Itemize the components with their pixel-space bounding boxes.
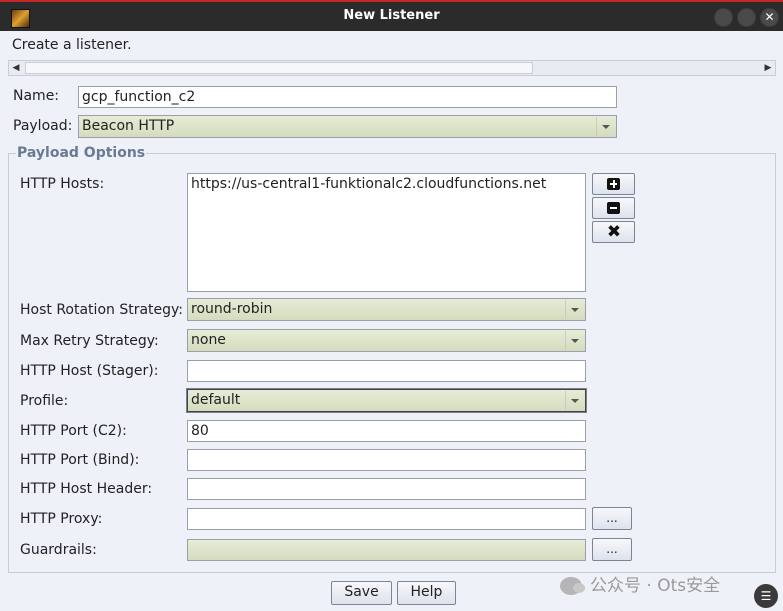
profile-label: Profile: [20,393,69,409]
watermark: 公众号 · Ots安全 [560,571,720,596]
name-input[interactable]: gcp_function_c2 [78,86,617,108]
dialog-content: Create a listener. ◀ ▶ Name: gcp_functio… [0,31,783,611]
guardrails-config-button[interactable]: ... [592,538,632,561]
help-button[interactable]: Help [397,581,456,605]
host-rotation-label: Host Rotation Strategy: [20,302,184,318]
save-button[interactable]: Save [331,581,392,605]
scroll-left-icon[interactable]: ◀ [9,61,23,75]
port-bind-input[interactable] [187,449,586,471]
close-icon: ✕ [764,10,775,24]
max-retry-value: none [191,332,226,348]
scroll-right-icon[interactable]: ▶ [761,61,775,75]
port-c2-label: HTTP Port (C2): [20,423,127,439]
remove-icon: ✖ [606,222,622,242]
window-title: New Listener [343,8,440,23]
watermark-text: 公众号 · Ots安全 [590,576,721,596]
chevron-down-icon[interactable] [565,300,584,319]
max-retry-select[interactable]: none [187,329,586,352]
horizontal-scrollbar[interactable]: ◀ ▶ [8,60,776,76]
host-stager-label: HTTP Host (Stager): [20,363,159,379]
host-header-input[interactable] [187,478,586,500]
profile-value: default [191,392,241,408]
max-retry-label: Max Retry Strategy: [20,333,159,349]
host-header-label: HTTP Host Header: [20,481,153,497]
http-host-entry[interactable]: https://us-central1-funktionalc2.cloudfu… [191,176,582,192]
host-stager-input[interactable] [187,360,586,382]
chevron-down-icon[interactable] [596,117,615,136]
name-label: Name: [13,88,60,104]
profile-select[interactable]: default [187,389,586,412]
maximize-button[interactable] [737,8,756,27]
http-hosts-list[interactable]: https://us-central1-funktionalc2.cloudfu… [187,173,586,292]
chevron-down-icon[interactable] [565,331,584,350]
proxy-label: HTTP Proxy: [20,511,103,527]
guardrails-input[interactable] [187,539,586,561]
remove-host-button[interactable] [592,197,635,219]
host-rotation-select[interactable]: round-robin [187,298,586,321]
title-bar: New Listener ✕ [0,0,783,31]
payload-options-legend: Payload Options [16,145,147,161]
proxy-input[interactable] [187,508,586,530]
close-button[interactable]: ✕ [760,8,779,27]
http-hosts-label: HTTP Hosts: [20,176,105,192]
payload-select[interactable]: Beacon HTTP [78,115,617,138]
payload-value: Beacon HTTP [82,118,175,134]
minimize-button[interactable] [714,8,733,27]
port-bind-label: HTTP Port (Bind): [20,452,140,468]
guardrails-label: Guardrails: [20,542,97,558]
port-c2-input[interactable]: 80 [187,420,586,442]
minus-icon [607,202,620,214]
chat-icon[interactable]: ☰ [754,584,778,608]
proxy-config-button[interactable]: ... [592,507,632,530]
add-host-button[interactable] [592,173,635,195]
wechat-icon [560,577,585,595]
host-rotation-value: round-robin [191,301,273,317]
chevron-down-icon[interactable] [565,391,584,410]
scrollbar-thumb[interactable] [25,62,533,74]
dialog-description: Create a listener. [12,37,132,53]
payload-label: Payload: [13,118,73,134]
clear-hosts-button[interactable]: ✖ [592,221,635,243]
plus-icon [607,178,620,190]
